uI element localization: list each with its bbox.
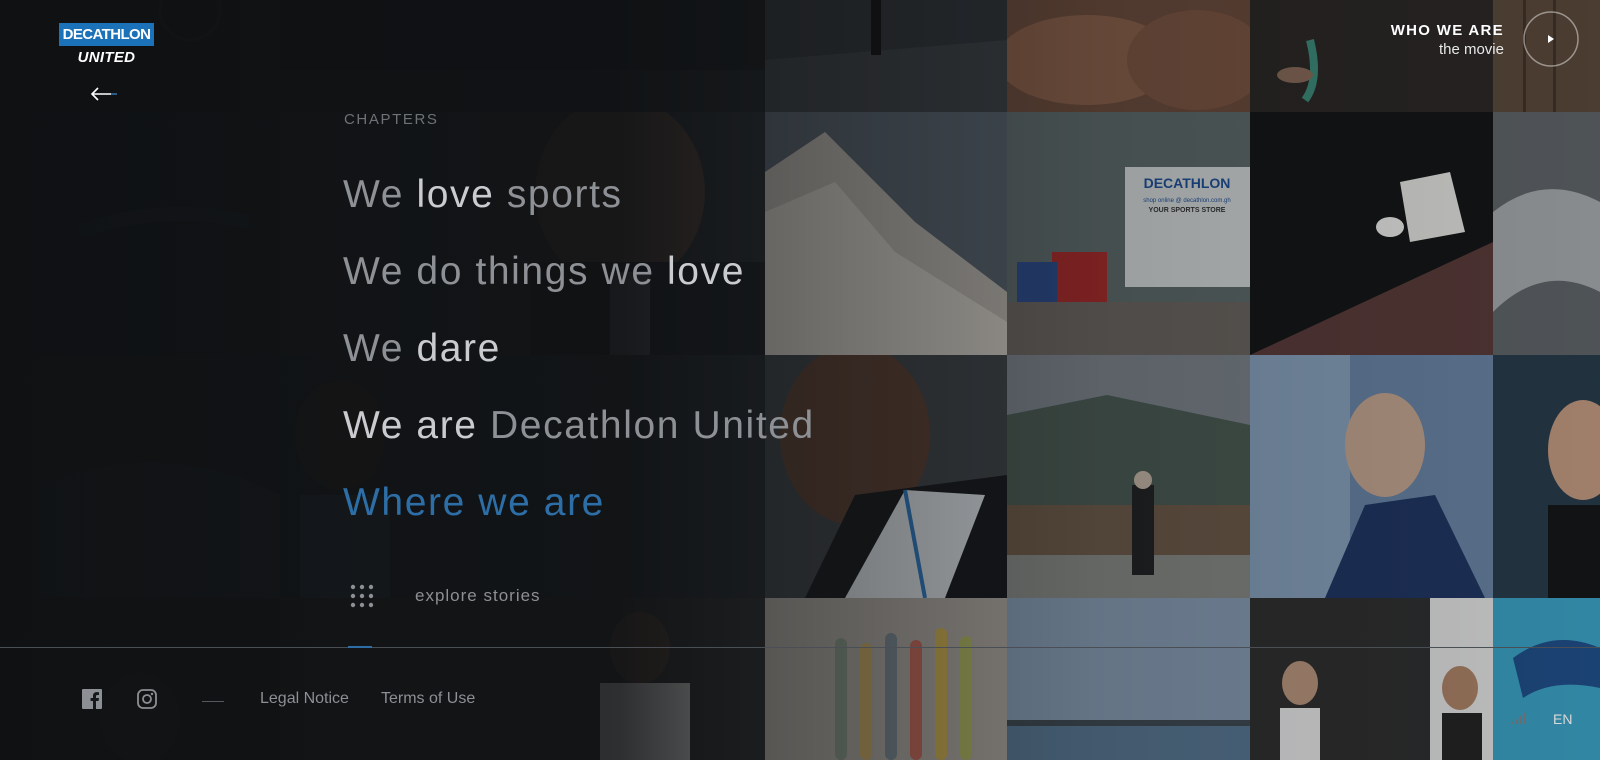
photo-tile[interactable] (1250, 112, 1493, 355)
photo-tile[interactable] (765, 598, 1007, 760)
chapter-item-we-dare[interactable]: We dare (343, 319, 815, 396)
instagram-icon (137, 689, 157, 709)
photo-tile[interactable] (40, 112, 280, 355)
footer-separator (202, 701, 224, 702)
movie-subtitle: the movie (1438, 41, 1504, 58)
progress-indicator (348, 646, 372, 648)
chapter-text-prefix: We (343, 327, 417, 370)
language-selector[interactable]: EN (1553, 711, 1572, 727)
photo-tile[interactable] (40, 355, 280, 598)
arrow-left-icon (90, 87, 117, 101)
decathlon-united-logo[interactable]: DECATHLON UNITED (59, 23, 154, 66)
movie-title: WHO WE ARE (1390, 22, 1504, 39)
logo-subtitle: UNITED (77, 49, 136, 66)
photo-tile[interactable] (1493, 112, 1600, 355)
instagram-link[interactable] (137, 689, 157, 709)
photo-tile[interactable] (280, 0, 765, 112)
photo-tile[interactable] (1007, 598, 1250, 760)
facebook-icon (82, 689, 102, 709)
chapter-text-prefix: We are (343, 404, 491, 447)
chapter-item-love-sports[interactable]: We love sports (343, 165, 815, 242)
chapter-text-highlight: dare (416, 327, 501, 370)
truck-sign-line1: shop online @ decathlon.com.gh (1143, 198, 1230, 204)
chapter-text-prefix: We (343, 173, 417, 216)
explore-stories-label: explore stories (415, 586, 541, 605)
chapter-list: We love sports We do things we love We d… (343, 165, 815, 550)
photo-tile[interactable] (1007, 355, 1250, 598)
chapter-item-where-we-are[interactable]: Where we are (343, 473, 815, 550)
footer-divider (0, 647, 1600, 648)
photo-tile[interactable] (1007, 0, 1250, 112)
legal-notice-link[interactable]: Legal Notice (260, 690, 349, 708)
photo-tile[interactable] (280, 598, 765, 760)
photo-tile[interactable] (1493, 355, 1600, 598)
chapter-item-things-we-love[interactable]: We do things we love (343, 242, 815, 319)
photo-tile[interactable] (1250, 355, 1493, 598)
chapters-heading: CHAPTERS (344, 111, 439, 128)
chapter-text-prefix: We do things we (343, 250, 668, 293)
play-icon (1523, 11, 1579, 67)
grid-icon (350, 584, 374, 608)
who-we-are-movie-link[interactable]: WHO WE ARE the movie (1391, 22, 1504, 58)
photo-tile[interactable] (0, 112, 40, 355)
photo-tile[interactable] (1493, 598, 1600, 760)
sound-level-icon[interactable] (1512, 712, 1528, 724)
photo-tile[interactable] (0, 355, 40, 598)
chapter-text-highlight: Decathlon United (490, 404, 815, 447)
chapter-text-highlight: love (416, 173, 495, 216)
terms-of-use-link[interactable]: Terms of Use (381, 690, 475, 708)
truck-sign-line2: YOUR SPORTS STORE (1149, 207, 1226, 214)
chapter-text-highlight: love (667, 250, 745, 293)
facebook-link[interactable] (82, 689, 102, 709)
photo-tile[interactable] (0, 598, 280, 760)
back-button[interactable] (89, 83, 119, 105)
chapter-text-suffix: sports (494, 173, 623, 216)
truck-sign-brand: DECATHLON (1144, 175, 1231, 191)
photo-tile[interactable] (765, 0, 1007, 112)
chapter-item-decathlon-united[interactable]: We are Decathlon United (343, 396, 815, 473)
photo-tile[interactable]: DECATHLON shop online @ decathlon.com.gh Y… (1007, 112, 1250, 355)
play-button[interactable] (1523, 11, 1579, 67)
logo-wordmark: DECATHLON (59, 23, 154, 46)
chapter-text-prefix: Where we are (343, 481, 605, 524)
photo-tile[interactable] (1250, 598, 1493, 760)
